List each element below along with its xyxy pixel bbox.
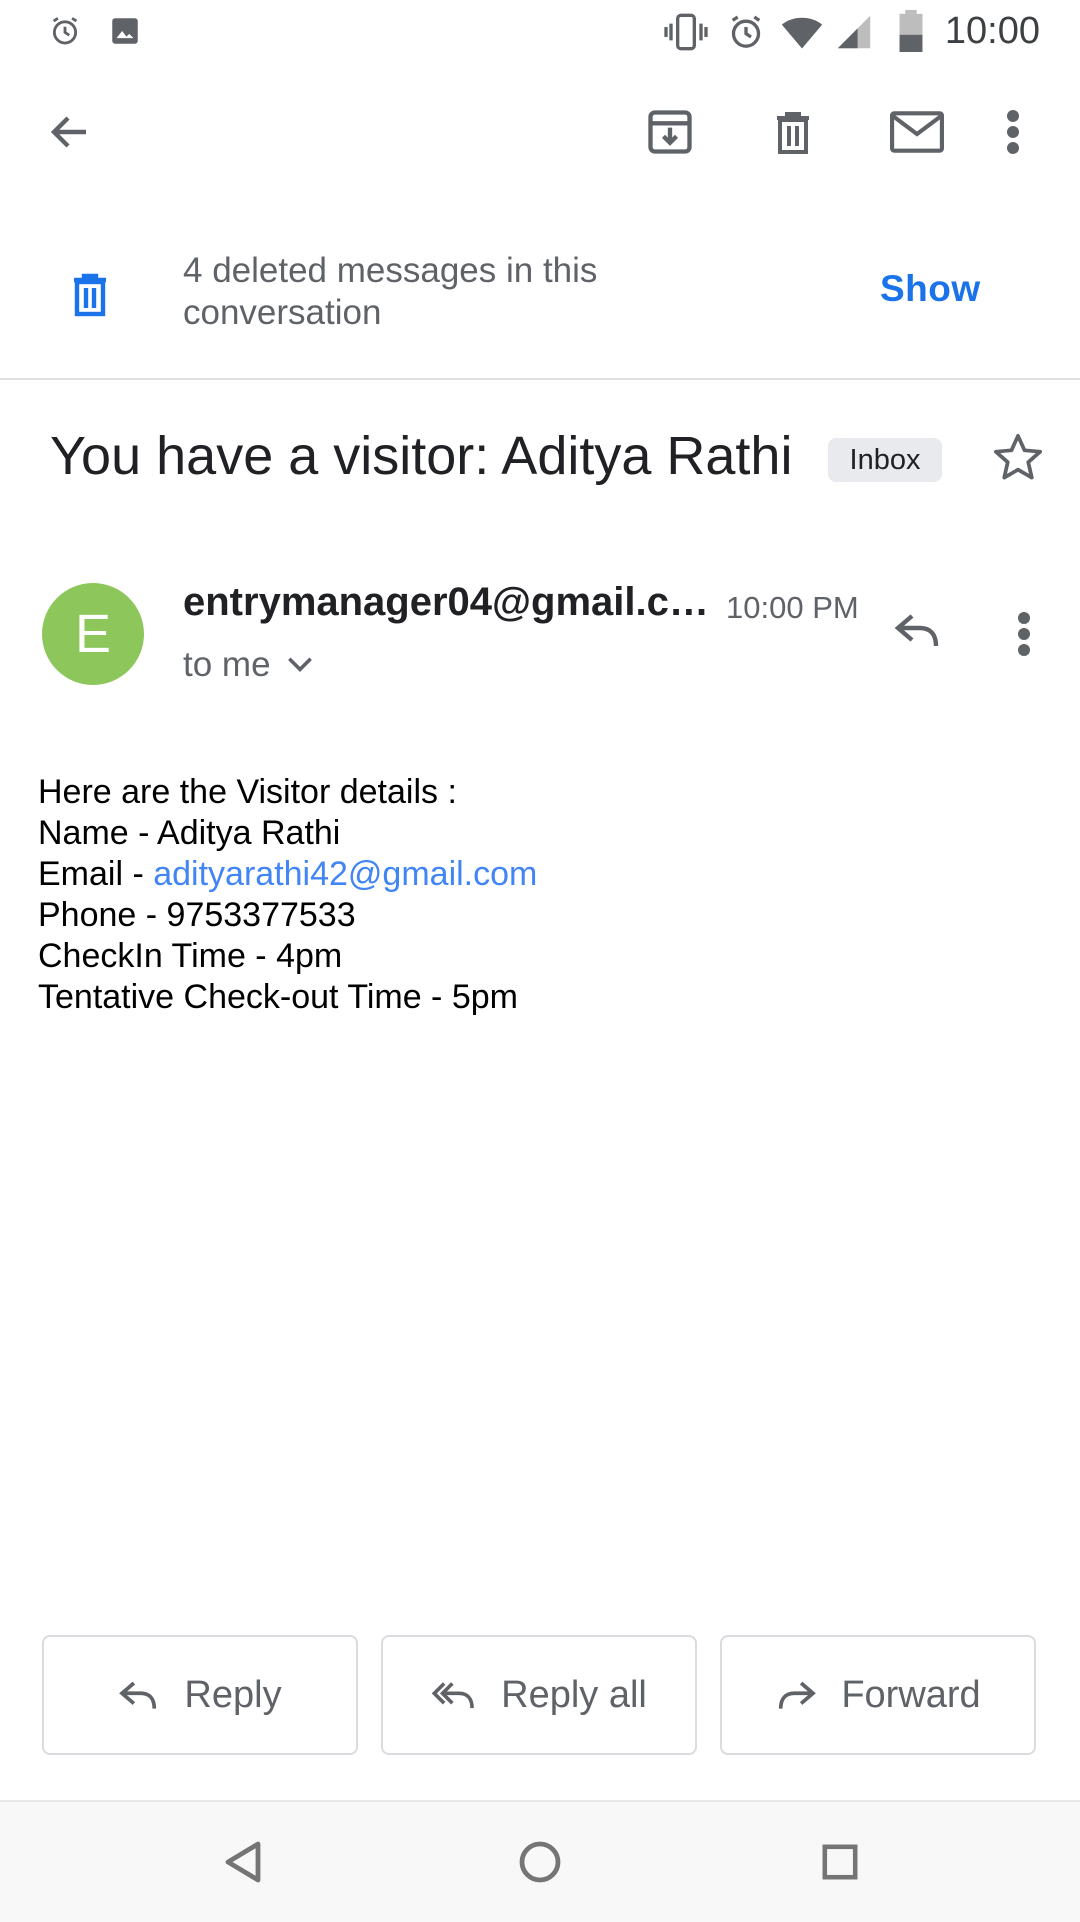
reply-all-icon	[431, 1678, 477, 1712]
triangle-back-icon	[222, 1840, 262, 1884]
forward-label: Forward	[841, 1673, 981, 1716]
more-vert-icon	[1006, 110, 1020, 154]
trash-icon	[769, 106, 817, 158]
more-options-button[interactable]	[983, 92, 1043, 172]
deleted-messages-text: 4 deleted messages in this conversation	[183, 251, 598, 332]
mark-unread-button[interactable]	[877, 92, 957, 172]
system-nav-bar	[0, 1800, 1080, 1922]
nav-recents-button[interactable]	[810, 1832, 870, 1892]
reply-icon	[118, 1678, 160, 1712]
mail-icon	[890, 111, 944, 153]
message-more-button[interactable]	[1000, 610, 1048, 658]
body-line: Tentative Check-out Time - 5pm	[38, 978, 518, 1016]
alarm-icon	[48, 14, 82, 48]
nav-back-button[interactable]	[212, 1832, 272, 1892]
body-line: CheckIn Time - 4pm	[38, 937, 343, 975]
body-line: Email - adityarathi42@gmail.com	[38, 854, 998, 895]
nav-home-button[interactable]	[510, 1832, 570, 1892]
deleted-messages-banner: 4 deleted messages in this conversation …	[0, 230, 1080, 380]
sender-avatar[interactable]: E	[42, 583, 144, 685]
reply-label: Reply	[184, 1673, 282, 1716]
delete-button[interactable]	[753, 92, 833, 172]
archive-icon	[644, 106, 696, 158]
circle-home-icon	[518, 1840, 562, 1884]
reply-all-label: Reply all	[501, 1673, 647, 1716]
reply-icon-button[interactable]	[888, 600, 948, 660]
reply-all-button[interactable]: Reply all	[381, 1635, 697, 1755]
image-icon	[108, 14, 142, 48]
body-line: Here are the Visitor details :	[38, 773, 457, 811]
status-bar: 10:00	[0, 0, 1080, 62]
recipient-label: to me	[183, 645, 271, 684]
email-subject: You have a visitor: Aditya Rathi	[50, 426, 793, 486]
star-icon	[990, 430, 1046, 486]
forward-button[interactable]: Forward	[720, 1635, 1036, 1755]
sender-email: entrymanager04@gmail.com	[183, 580, 713, 624]
trash-icon	[66, 268, 114, 320]
visitor-email-link[interactable]: adityarathi42@gmail.com	[153, 855, 537, 893]
back-button[interactable]	[30, 92, 110, 172]
email-body: Here are the Visitor details : Name - Ad…	[38, 772, 998, 1018]
signal-icon	[836, 12, 872, 52]
reply-icon	[893, 610, 943, 650]
archive-button[interactable]	[630, 92, 710, 172]
reply-button[interactable]: Reply	[42, 1635, 358, 1755]
battery-icon	[898, 10, 924, 52]
recipient-details-toggle[interactable]: to me	[183, 645, 313, 685]
wifi-icon	[780, 12, 824, 52]
body-line: Phone - 9753377533	[38, 896, 356, 934]
sent-time: 10:00 PM	[726, 590, 859, 625]
chevron-down-icon	[287, 657, 313, 673]
forward-icon	[775, 1678, 817, 1712]
star-button[interactable]	[990, 430, 1046, 486]
square-recents-icon	[821, 1843, 859, 1881]
body-line: Name - Aditya Rathi	[38, 814, 341, 852]
inbox-label-badge[interactable]: Inbox	[828, 438, 942, 482]
arrow-left-icon	[46, 108, 94, 156]
alarm-icon	[726, 12, 766, 52]
more-vert-icon	[1017, 612, 1031, 656]
body-email-prefix: Email -	[38, 855, 154, 893]
vibrate-icon	[664, 12, 708, 52]
show-deleted-button[interactable]: Show	[880, 268, 981, 310]
status-time: 10:00	[944, 10, 1040, 52]
